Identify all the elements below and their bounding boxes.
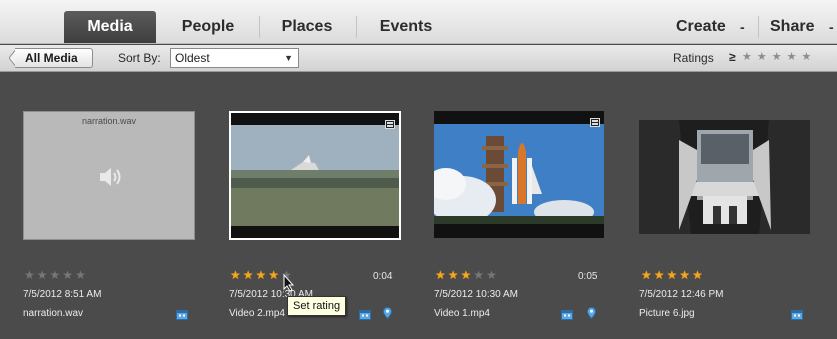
ratings-operator[interactable]: ≥: [729, 50, 736, 64]
thumbnail[interactable]: [229, 111, 401, 240]
media-item-video[interactable]: ★★★★★ 0:05 7/5/2012 10:30 AM Video 1.mp4: [434, 73, 634, 339]
chevron-down-icon: ▼: [284, 53, 293, 63]
tab-places[interactable]: Places: [268, 11, 346, 43]
star-empty-icon[interactable]: ★: [75, 268, 88, 282]
map-pin-icon[interactable]: [382, 306, 393, 324]
rating-stars[interactable]: ★★★★★: [641, 268, 705, 282]
media-item-photo[interactable]: ★★★★★ 7/5/2012 12:46 PM Picture 6.jpg: [639, 73, 837, 339]
filter-star-icon[interactable]: ★: [772, 51, 787, 63]
rating-stars[interactable]: ★★★★★: [435, 268, 499, 282]
star-filled-icon[interactable]: ★: [667, 268, 680, 282]
mouse-cursor-icon: [283, 273, 295, 297]
star-filled-icon[interactable]: ★: [461, 268, 474, 282]
top-navigation-bar: Media People Places Events Create - Shar…: [0, 0, 837, 44]
star-filled-icon[interactable]: ★: [679, 268, 692, 282]
star-filled-icon[interactable]: ★: [448, 268, 461, 282]
sort-by-label: Sort By:: [118, 51, 161, 65]
sort-by-value: Oldest: [175, 51, 210, 65]
tab-divider: [356, 16, 357, 38]
star-empty-icon[interactable]: ★: [24, 268, 37, 282]
rating-stars[interactable]: ★★★★★: [24, 268, 88, 282]
calendar-icon[interactable]: [561, 307, 573, 325]
star-filled-icon[interactable]: ★: [256, 268, 269, 282]
star-empty-icon[interactable]: ★: [62, 268, 75, 282]
tab-events[interactable]: Events: [366, 11, 446, 43]
file-name: Video 2.mp4: [229, 308, 285, 319]
star-empty-icon[interactable]: ★: [50, 268, 63, 282]
tooltip: Set rating: [287, 296, 347, 316]
video-duration: 0:05: [578, 271, 598, 282]
filter-star-icon[interactable]: ★: [802, 51, 817, 63]
video-file-icon: [385, 116, 395, 134]
filter-star-icon[interactable]: ★: [787, 51, 802, 63]
calendar-icon[interactable]: [176, 307, 188, 325]
filter-bar: All Media Sort By: Oldest ▼ Ratings ≥ ★★…: [0, 45, 837, 72]
star-filled-icon[interactable]: ★: [641, 268, 654, 282]
star-filled-icon[interactable]: ★: [230, 268, 243, 282]
launch-video-frame: [434, 124, 604, 224]
sort-by-select[interactable]: Oldest ▼: [170, 48, 299, 68]
star-empty-icon[interactable]: ★: [37, 268, 50, 282]
media-item-audio[interactable]: narration.wav ★★★★★ 7/5/2012 8:51 AM nar…: [23, 73, 223, 339]
star-filled-icon[interactable]: ★: [268, 268, 281, 282]
star-empty-icon[interactable]: ★: [473, 268, 486, 282]
filter-star-icon[interactable]: ★: [757, 51, 772, 63]
thumbnail[interactable]: narration.wav: [23, 111, 195, 240]
star-filled-icon[interactable]: ★: [654, 268, 667, 282]
star-filled-icon[interactable]: ★: [243, 268, 256, 282]
filter-star-icon[interactable]: ★: [742, 51, 757, 63]
video-file-icon: [590, 114, 600, 132]
media-grid: narration.wav ★★★★★ 7/5/2012 8:51 AM nar…: [0, 73, 837, 339]
file-name: Picture 6.jpg: [639, 308, 695, 319]
runway-video-frame: [231, 125, 399, 226]
tab-people[interactable]: People: [166, 11, 250, 43]
thumbnail-caption: narration.wav: [81, 116, 137, 126]
tab-media[interactable]: Media: [64, 11, 156, 43]
ratings-filter-label: Ratings: [673, 51, 714, 65]
star-filled-icon[interactable]: ★: [692, 268, 705, 282]
file-name: narration.wav: [23, 308, 84, 319]
ratings-filter-stars[interactable]: ★★★★★: [742, 50, 816, 63]
shuttle-photo: [639, 120, 810, 234]
calendar-icon[interactable]: [359, 307, 371, 325]
share-menu-caret-icon[interactable]: -: [829, 11, 834, 43]
tab-divider: [259, 16, 260, 38]
capture-date: 7/5/2012 10:30 AM: [434, 289, 518, 300]
menu-divider: [758, 16, 759, 38]
thumbnail[interactable]: [639, 120, 810, 234]
star-empty-icon[interactable]: ★: [486, 268, 499, 282]
all-media-back-button[interactable]: All Media: [15, 48, 93, 68]
capture-date: 7/5/2012 8:51 AM: [23, 289, 102, 300]
capture-date: 7/5/2012 12:46 PM: [639, 289, 724, 300]
star-filled-icon[interactable]: ★: [435, 268, 448, 282]
thumbnail[interactable]: [434, 111, 604, 238]
file-name: Video 1.mp4: [434, 308, 490, 319]
share-menu[interactable]: Share: [770, 11, 814, 43]
video-duration: 0:04: [373, 271, 393, 282]
speaker-icon: [98, 166, 124, 193]
map-pin-icon[interactable]: [586, 306, 597, 324]
create-menu[interactable]: Create: [676, 11, 726, 43]
calendar-icon[interactable]: [791, 307, 803, 325]
create-menu-caret-icon[interactable]: -: [740, 11, 745, 43]
